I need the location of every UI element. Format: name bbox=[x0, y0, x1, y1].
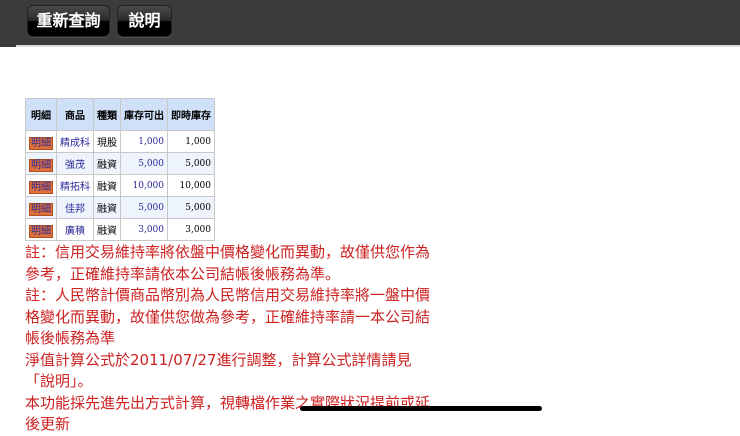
inventory-table: 明細 商品 種類 庫存可出 即時庫存 明細 精成科 現股 1,000 1,000… bbox=[25, 98, 215, 241]
available-cell: 3,000 bbox=[120, 218, 168, 241]
note-maintenance-rate: 註：信用交易維持率將依盤中價格變化而異動，故僅供您作為參考，正確維持率請依本公司… bbox=[25, 243, 431, 283]
product-link[interactable]: 精拓科 bbox=[56, 174, 94, 197]
note-net-value: 淨值計算公式於2011/07/27進行調整，計算公式詳情請見「說明」。 bbox=[25, 350, 412, 391]
toolbar: 重新查詢 說明 bbox=[0, 0, 740, 47]
header-detail: 明細 bbox=[25, 98, 57, 131]
realtime-cell: 5,000 bbox=[167, 152, 215, 175]
divider bbox=[16, 45, 740, 47]
note-fifo: 本功能採先進先出方式計算，視轉檔作業之實際狀況提前或延後更新 bbox=[25, 393, 431, 434]
table-row: 明細 精拓科 融資 10,000 10,000 bbox=[25, 174, 215, 197]
detail-button[interactable]: 明細 bbox=[29, 137, 53, 150]
detail-button[interactable]: 明細 bbox=[29, 203, 53, 216]
note-rmb: 註：人民幣計價商品幣別為人民幣信用交易維持率將一盤中價格變化而異動，故僅供您做為… bbox=[25, 286, 431, 347]
table-row: 明細 精成科 現股 1,000 1,000 bbox=[25, 130, 215, 153]
detail-button[interactable]: 明細 bbox=[29, 225, 53, 238]
type-cell: 融資 bbox=[93, 196, 121, 219]
table-row: 明細 強茂 融資 5,000 5,000 bbox=[25, 152, 215, 175]
header-realtime: 即時庫存 bbox=[167, 98, 215, 131]
detail-button[interactable]: 明細 bbox=[29, 181, 53, 194]
realtime-cell: 1,000 bbox=[167, 130, 215, 153]
available-cell: 5,000 bbox=[120, 152, 168, 175]
available-cell: 1,000 bbox=[120, 130, 168, 153]
product-link[interactable]: 廣積 bbox=[56, 218, 94, 241]
requery-button[interactable]: 重新查詢 bbox=[27, 5, 110, 37]
type-cell: 融資 bbox=[93, 174, 121, 197]
realtime-cell: 3,000 bbox=[167, 218, 215, 241]
table-row: 明細 廣積 融資 3,000 3,000 bbox=[25, 218, 215, 241]
detail-button[interactable]: 明細 bbox=[29, 159, 53, 172]
header-product: 商品 bbox=[56, 98, 94, 131]
header-type: 種類 bbox=[93, 98, 121, 131]
available-cell: 5,000 bbox=[120, 196, 168, 219]
type-cell: 融資 bbox=[93, 152, 121, 175]
header-available: 庫存可出 bbox=[120, 98, 168, 131]
table-row: 明細 佳邦 融資 5,000 5,000 bbox=[25, 196, 215, 219]
type-cell: 現股 bbox=[93, 130, 121, 153]
product-link[interactable]: 精成科 bbox=[56, 130, 94, 153]
home-indicator[interactable] bbox=[300, 406, 542, 411]
realtime-cell: 10,000 bbox=[167, 174, 215, 197]
help-button[interactable]: 說明 bbox=[117, 5, 172, 37]
realtime-cell: 5,000 bbox=[167, 196, 215, 219]
product-link[interactable]: 佳邦 bbox=[56, 196, 94, 219]
type-cell: 融資 bbox=[93, 218, 121, 241]
available-cell: 10,000 bbox=[120, 174, 168, 197]
product-link[interactable]: 強茂 bbox=[56, 152, 94, 175]
